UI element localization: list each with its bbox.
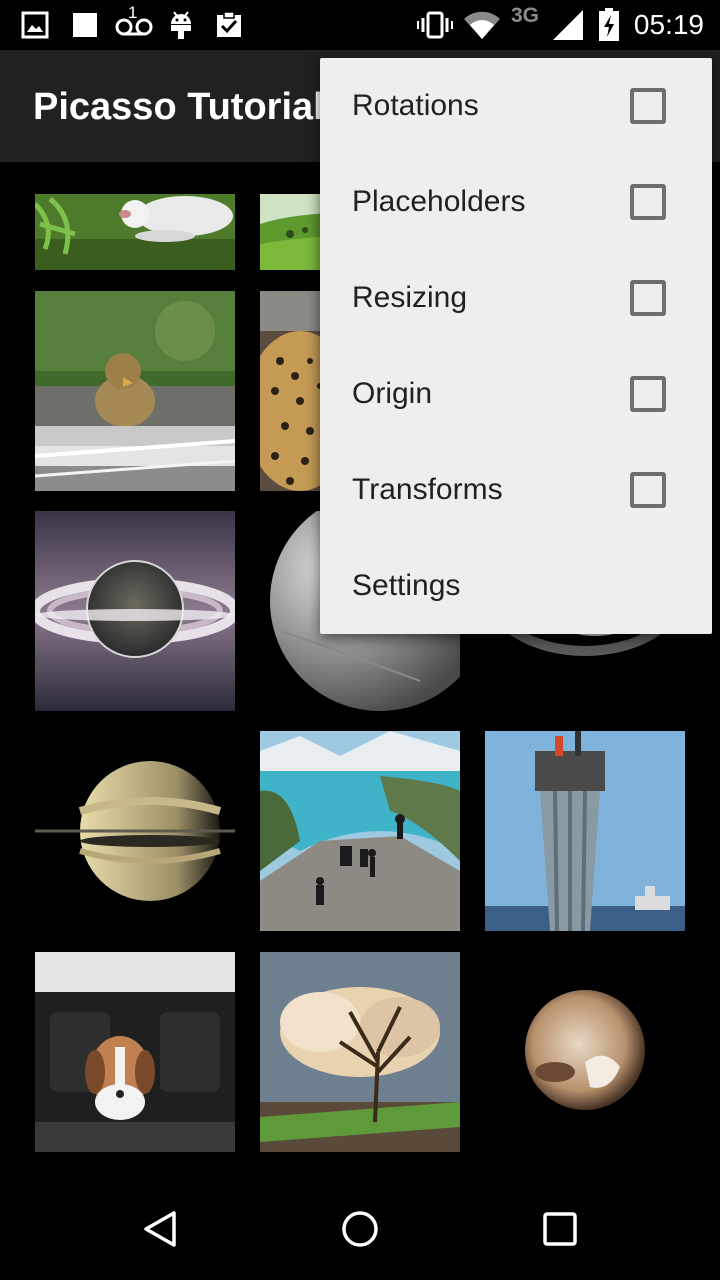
transforms-checkbox[interactable]	[630, 472, 666, 508]
resizing-checkbox[interactable]	[630, 280, 666, 316]
menu-item-label: Origin	[352, 377, 433, 410]
android-debug-icon	[166, 0, 196, 50]
image-band-on-cliff-fjord[interactable]	[260, 731, 460, 931]
image-duckling-window[interactable]	[35, 291, 235, 491]
image-saturn-side[interactable]	[35, 731, 235, 931]
menu-item-label: Rotations	[352, 89, 479, 122]
image-white-cat[interactable]	[35, 194, 235, 270]
clock: 05:19	[633, 9, 704, 40]
placeholders-checkbox[interactable]	[630, 184, 666, 220]
menu-item-transforms[interactable]: Transforms	[320, 442, 712, 538]
image-beagle-car-seat[interactable]	[35, 952, 235, 1152]
wifi-icon	[462, 0, 502, 50]
home-button[interactable]	[300, 1182, 420, 1280]
home-icon	[340, 1209, 380, 1254]
menu-item-label: Placeholders	[352, 185, 526, 218]
menu-item-settings[interactable]: Settings	[320, 538, 712, 634]
navigation-bar	[0, 1182, 720, 1280]
vibrate-icon	[416, 0, 454, 50]
menu-item-label: Resizing	[352, 281, 468, 314]
voicemail-count: 1	[128, 3, 138, 22]
status-bar: 1 3G 05:19	[0, 0, 720, 50]
square-notification-icon	[70, 0, 100, 50]
recents-icon	[542, 1211, 578, 1252]
menu-item-placeholders[interactable]: Placeholders	[320, 154, 712, 250]
menu-item-rotations[interactable]: Rotations	[320, 58, 712, 154]
image-pluto[interactable]	[485, 952, 685, 1152]
image-tree-clouds[interactable]	[260, 952, 460, 1152]
signal-icon	[550, 0, 586, 50]
recents-button[interactable]	[500, 1182, 620, 1280]
origin-checkbox[interactable]	[630, 376, 666, 412]
overflow-menu: Rotations Placeholders Resizing Origin T…	[320, 58, 712, 634]
app-title: Picasso Tutorial	[33, 86, 324, 128]
back-button[interactable]	[100, 1182, 220, 1280]
menu-item-origin[interactable]: Origin	[320, 346, 712, 442]
clipboard-check-icon	[212, 0, 246, 50]
menu-item-resizing[interactable]: Resizing	[320, 250, 712, 346]
rotations-checkbox[interactable]	[630, 88, 666, 124]
image-oil-platform[interactable]	[485, 731, 685, 931]
menu-item-label: Transforms	[352, 473, 503, 506]
network-type-label: 3G	[511, 4, 540, 27]
back-icon	[140, 1209, 180, 1254]
image-notification-icon	[20, 0, 50, 50]
menu-item-label: Settings	[352, 569, 461, 602]
battery-charging-icon	[596, 0, 622, 50]
image-saturn-rings[interactable]	[35, 511, 235, 711]
